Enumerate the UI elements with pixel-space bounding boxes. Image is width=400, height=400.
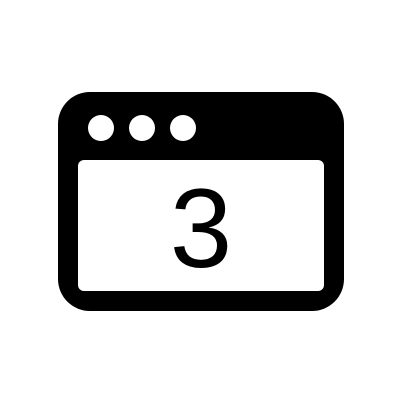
window-title-bar bbox=[58, 92, 344, 160]
window-dot-2-icon bbox=[129, 115, 155, 141]
window-dot-1-icon bbox=[88, 115, 114, 141]
window-dot-3-icon bbox=[170, 115, 196, 141]
window-number: 3 bbox=[169, 165, 233, 291]
window-content-pane: 3 bbox=[78, 160, 324, 291]
browser-window-icon: 3 bbox=[58, 92, 344, 311]
icon-canvas: 3 bbox=[0, 0, 400, 400]
